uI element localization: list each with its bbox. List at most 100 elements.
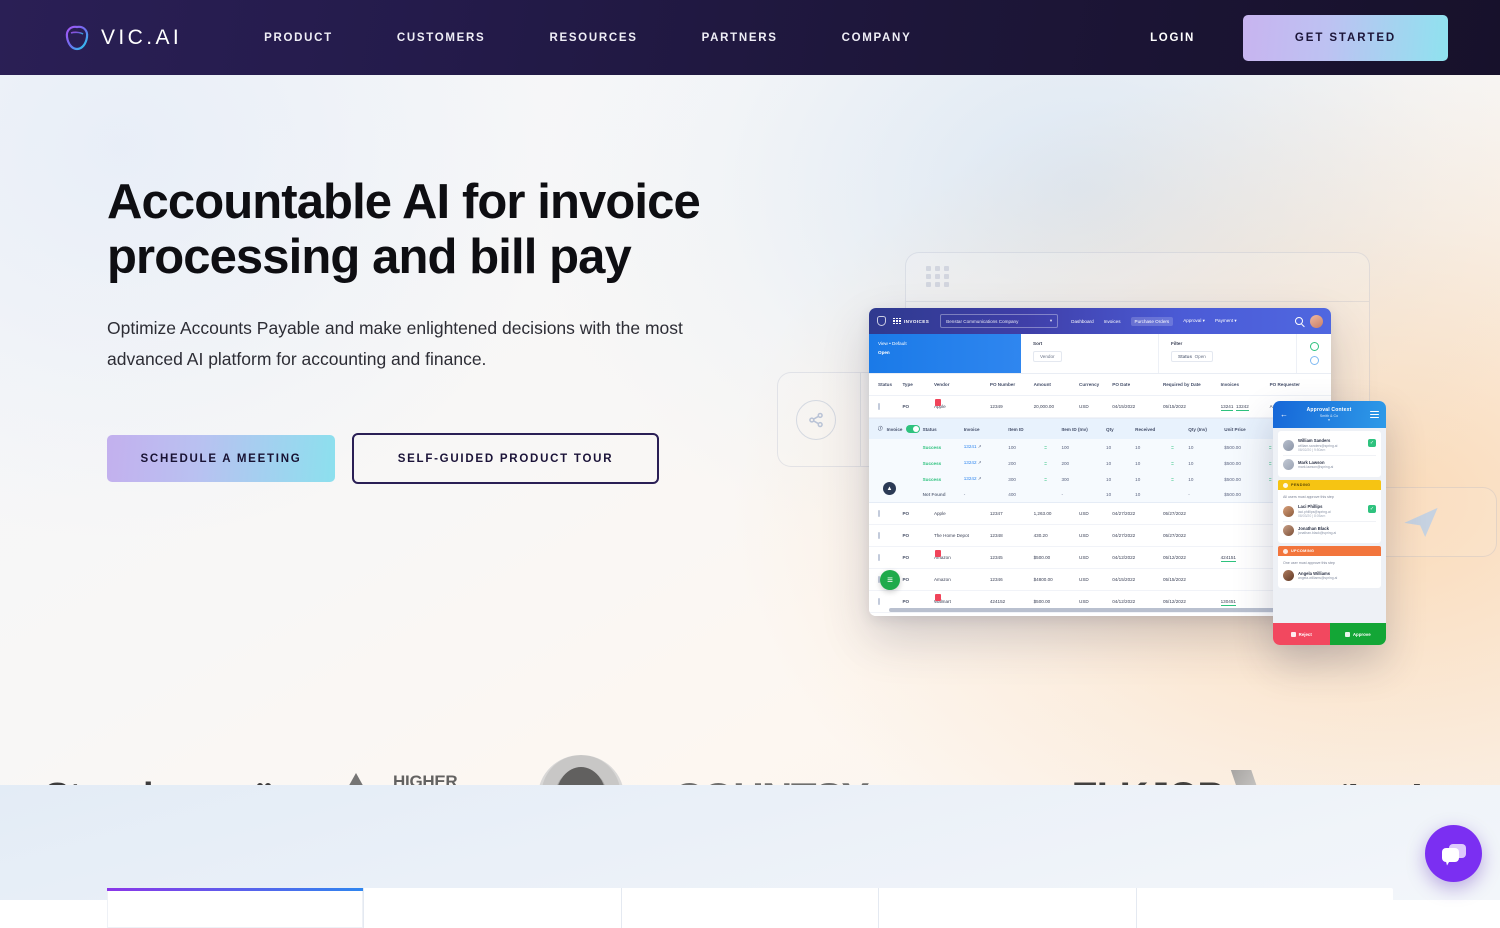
view-filter[interactable]: View • Default Open [869,334,1021,373]
row-po-number: 12347 [989,511,1003,516]
mockup-nav-invoices[interactable]: Invoices [1104,319,1121,324]
schedule-meeting-button[interactable]: SCHEDULE A MEETING [107,435,335,482]
refresh-circle-icon[interactable] [1309,356,1319,365]
invoice-toggle[interactable] [906,425,921,433]
filter-value-chip[interactable]: Status Open [1171,351,1213,362]
mountain-icon [328,772,385,785]
nav-item-customers[interactable]: CUSTOMERS [365,32,518,44]
nav-item-company[interactable]: COMPANY [810,32,944,44]
equals-icon: = [1044,460,1047,466]
row-po-number: 424152 [989,599,1006,604]
table-row-expanded[interactable]: PO Apple 12349 20,000.00 USD 04/15/2022 … [869,396,1331,418]
mockup-header-actions [1295,314,1323,328]
pending-status-band: PENDING [1278,480,1381,490]
table-row[interactable]: PO Apple 12347 1,263.00 USD 04/27/2022 0… [869,503,1331,525]
approver-item[interactable]: Laci Phillips laci.phillips@spring.ai 08… [1283,501,1376,521]
add-row-button[interactable]: ≡ [880,570,900,590]
feature-tab-5[interactable] [1137,888,1393,928]
line-invoice-link[interactable]: 13241 [964,444,977,449]
table-row[interactable]: PO Amazon 12346 $4800.00 USD 04/15/2022 … [869,569,1331,591]
col-invoices: Invoices [1220,382,1240,387]
approver-item[interactable]: Jonathan Black jonathan.black@spring.ai [1283,521,1376,539]
mockup-nav-purchase-orders[interactable]: Purchase Orders [1130,316,1174,326]
row-po-date: 04/12/2022 [1112,599,1136,604]
feature-tab-2[interactable] [364,888,622,928]
chat-widget-button[interactable] [1425,825,1482,882]
mockup-nav-payment[interactable]: Payment ▾ [1215,318,1237,324]
nav-item-product[interactable]: PRODUCT [232,32,365,44]
product-tour-button[interactable]: SELF-GUIDED PRODUCT TOUR [352,433,659,484]
client-logo-countsy: COUNTSY YOUR BACK OFFICE HERO [673,776,1022,785]
table-row[interactable]: PO Amazon 12345 $500.00 USD 04/12/2022 0… [869,547,1331,569]
hamburger-menu-icon[interactable] [1370,410,1379,419]
row-checkbox[interactable] [878,554,880,561]
row-amount: $500.00 [1033,599,1051,604]
equals-icon: = [1171,476,1174,482]
client-name: COUNTSY [673,776,869,785]
chat-bubble-icon [1441,843,1466,866]
line-item-id-inv: 200 [1061,460,1070,466]
horizontal-scrollbar[interactable] [889,608,1289,612]
row-amount: 1,263.00 [1033,511,1052,516]
line-item-row[interactable]: Success 13241 ↗ 100 = 100 10 10 = 10 $50… [869,439,1331,455]
row-type: PO [902,550,941,560]
pending-group: All users must approve this step Laci Ph… [1278,490,1381,543]
line-unit-price: $500.00 [1224,460,1241,466]
line-item-header: ⓘ Invoice Status Invoice Item ID Item ID… [869,419,1331,439]
pending-note: All users must approve this step [1283,495,1334,499]
avatar [1283,439,1294,451]
row-po-date: 04/15/2022 [1112,577,1136,582]
row-checkbox[interactable] [878,532,880,539]
row-checkbox[interactable] [878,403,880,410]
approval-panel-actions: Reject Approve [1273,623,1386,645]
feature-tab-3[interactable] [622,888,880,928]
line-invoice-link[interactable]: 13242 [964,476,977,481]
line-item-id-inv: 300 [1061,476,1070,482]
row-checkbox[interactable] [878,510,880,517]
client-logo-higher-ground-education: HIGHER GROUND EDUCATION [328,772,489,785]
approver-item[interactable]: Angela Williams angela.williams@spring.a… [1283,567,1376,584]
sort-value-chip[interactable]: Vendor [1033,351,1062,362]
line-item-row[interactable]: Success 13242 ↗ 200 = 200 10 10 = 10 $50… [869,455,1331,471]
line-received: 10 [1135,476,1141,482]
get-started-button[interactable]: GET STARTED [1243,14,1448,61]
reject-button[interactable]: Reject [1273,623,1330,645]
table-row[interactable]: PO The Home Depot 12348 430.20 USD 04/27… [869,525,1331,547]
line-unit-price: $500.00 [1224,476,1241,482]
sort-filter[interactable]: Sort Vendor [1021,334,1159,373]
line-invoice-link[interactable]: 13242 [964,460,977,465]
sub-col-status: Status [922,426,937,432]
row-invoices[interactable]: 424151 [1220,555,1236,562]
approver-email: laci.phillips@spring.ai [1298,509,1331,514]
client-name: Strawberry [45,776,235,785]
avatar[interactable] [1310,314,1323,328]
line-item-row[interactable]: Success 13242 ↗ 300 = 300 10 10 = 10 $50… [869,471,1331,487]
feature-tab-1[interactable] [107,888,365,928]
row-invoices[interactable]: 130451 [1220,599,1236,606]
approval-panel-title: Approval Context [1306,407,1352,413]
sub-col-invoice-num: Invoice [963,426,980,432]
back-arrow-icon[interactable]: ← [1280,410,1288,419]
row-currency: USD [1079,577,1089,582]
row-checkbox[interactable] [878,598,880,605]
mockup-nav-dashboard[interactable]: Dashboard [1071,319,1093,324]
approver-item[interactable]: William Sanders william.sanders@spring.a… [1283,435,1376,455]
approver-item[interactable]: Mark Lawson mark.lawson@spring.ai [1283,455,1376,473]
mockup-app-name: INVOICES [893,317,929,325]
company-select[interactable]: Benstar Communications Company ▾ [940,314,1059,328]
nav-item-resources[interactable]: RESOURCES [517,32,669,44]
approve-icon [1344,631,1350,637]
site-logo[interactable]: VIC.AI [62,23,182,53]
approve-button[interactable]: Approve [1329,623,1386,645]
sub-col-qty-inv: Qty (Inv) [1188,426,1207,432]
feature-tab-4[interactable] [879,888,1137,928]
nav-item-partners[interactable]: PARTNERS [670,32,810,44]
table-row[interactable]: PO Walmart 424153 $400.00 USD 04/10/2022… [869,613,1331,616]
add-circle-icon[interactable] [1309,342,1319,351]
collapse-row-button[interactable]: ▲ [883,482,896,495]
line-item-row[interactable]: Not Found - 400 - 10 10 - $500.00 - [869,487,1331,502]
search-icon[interactable] [1295,317,1303,325]
mockup-nav-approval[interactable]: Approval ▾ [1183,318,1205,324]
login-link[interactable]: LOGIN [1150,32,1195,44]
status-filter[interactable]: Filter Status Open [1159,334,1297,373]
